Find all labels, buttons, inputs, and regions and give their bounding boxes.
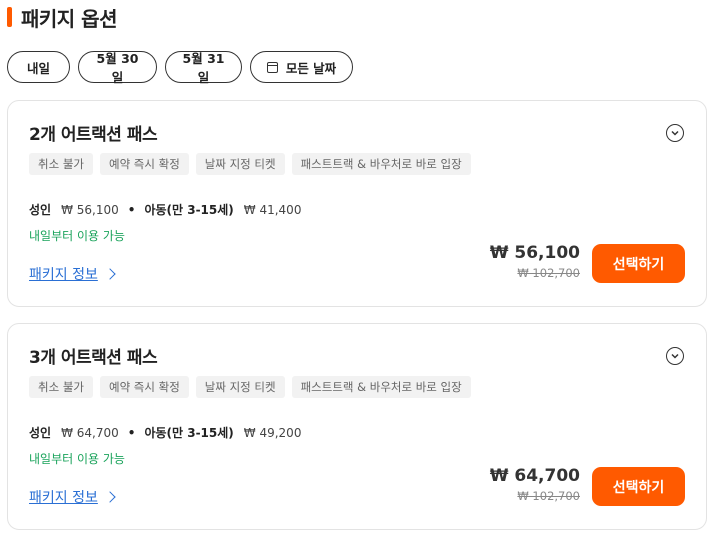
original-price: ₩ 102,700 (517, 266, 580, 280)
tag: 날짜 지정 티켓 (195, 153, 285, 175)
select-button[interactable]: 선택하기 (592, 467, 685, 506)
child-price: ₩ 41,400 (243, 202, 302, 217)
tag: 예약 즉시 확정 (99, 153, 189, 175)
chip-label: 내일 (26, 60, 50, 76)
package-tags: 취소 불가 예약 즉시 확정 날짜 지정 티켓 패스트트랙 & 바우처로 바로 … (29, 153, 471, 175)
package-tags: 취소 불가 예약 즉시 확정 날짜 지정 티켓 패스트트랙 & 바우처로 바로 … (29, 376, 471, 398)
date-chip-may-31[interactable]: 5월 31일 (165, 51, 242, 85)
tag: 예약 즉시 확정 (99, 376, 189, 398)
child-price: ₩ 49,200 (243, 425, 302, 440)
chevron-down-icon[interactable] (666, 347, 684, 365)
adult-label: 성인 (29, 426, 52, 440)
package-info-link[interactable]: 패키지 정보 (29, 264, 116, 284)
date-chip-may-30[interactable]: 5월 30일 (78, 51, 157, 85)
date-chip-tomorrow[interactable]: 내일 (7, 51, 70, 83)
chevron-right-icon (104, 491, 116, 503)
child-label: 아동(만 3-15세) (144, 426, 234, 440)
package-card: 3개 어트랙션 패스 취소 불가 예약 즉시 확정 날짜 지정 티켓 패스트트랙… (7, 323, 707, 530)
chevron-down-icon[interactable] (666, 124, 684, 142)
original-price: ₩ 102,700 (517, 489, 580, 503)
chip-label: 5월 30일 (96, 51, 139, 85)
package-title: 2개 어트랙션 패스 (29, 125, 158, 145)
package-info-label: 패키지 정보 (29, 267, 98, 283)
package-card: 2개 어트랙션 패스 취소 불가 예약 즉시 확정 날짜 지정 티켓 패스트트랙… (7, 100, 707, 307)
date-filter-chips: 내일 5월 30일 5월 31일 모든 날짜 (7, 51, 353, 85)
current-price: ₩ 56,100 (489, 243, 580, 263)
separator-dot: • (127, 202, 136, 217)
price-breakdown: 성인 ₩ 64,700 • 아동(만 3-15세) ₩ 49,200 (29, 424, 301, 441)
separator-dot: • (127, 425, 136, 440)
package-info-label: 패키지 정보 (29, 490, 98, 506)
adult-price: ₩ 64,700 (61, 425, 119, 440)
tag: 패스트트랙 & 바우처로 바로 입장 (291, 376, 471, 398)
availability-text: 내일부터 이용 가능 (29, 229, 125, 243)
price-box: ₩ 64,700 ₩ 102,700 (490, 466, 580, 503)
package-info-link[interactable]: 패키지 정보 (29, 487, 116, 507)
adult-label: 성인 (29, 203, 52, 217)
package-title: 3개 어트랙션 패스 (29, 348, 158, 368)
current-price: ₩ 64,700 (489, 466, 580, 486)
child-label: 아동(만 3-15세) (144, 203, 234, 217)
tag: 취소 불가 (29, 376, 93, 398)
select-button[interactable]: 선택하기 (592, 244, 685, 283)
chip-label: 5월 31일 (182, 51, 225, 85)
price-box: ₩ 56,100 ₩ 102,700 (490, 243, 580, 280)
section-header: 패키지 옵션 (7, 4, 117, 31)
accent-bar (7, 7, 12, 27)
availability-text: 내일부터 이용 가능 (29, 452, 125, 466)
date-chip-all-dates[interactable]: 모든 날짜 (250, 51, 353, 83)
tag: 취소 불가 (29, 153, 93, 175)
price-breakdown: 성인 ₩ 56,100 • 아동(만 3-15세) ₩ 41,400 (29, 201, 301, 218)
calendar-icon (266, 61, 278, 73)
tag: 패스트트랙 & 바우처로 바로 입장 (291, 153, 471, 175)
adult-price: ₩ 56,100 (61, 202, 119, 217)
tag: 날짜 지정 티켓 (195, 376, 285, 398)
chip-label: 모든 날짜 (285, 60, 337, 76)
chevron-right-icon (104, 268, 116, 280)
section-title: 패키지 옵션 (21, 6, 117, 31)
